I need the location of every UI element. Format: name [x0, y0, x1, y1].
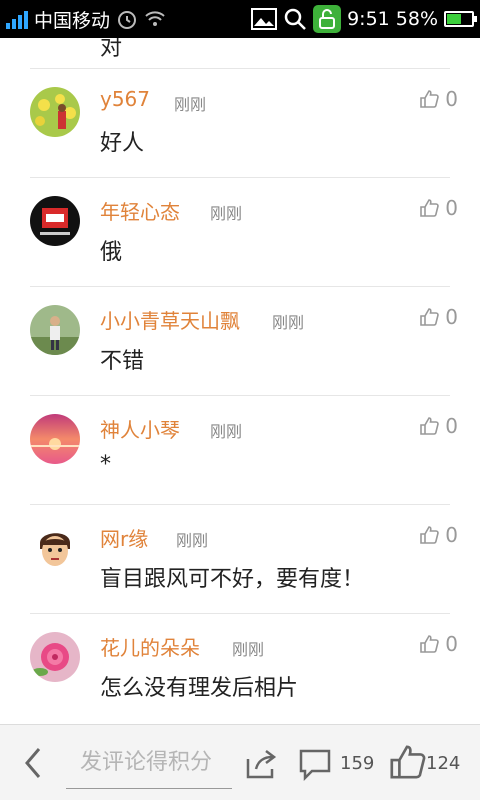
comment-text: 怎么没有理发后相片 [100, 676, 299, 701]
thumbs-up-icon [420, 308, 440, 326]
status-bar: 中国移动 9:51 58% [0, 0, 480, 38]
wifi-icon [144, 9, 166, 29]
carrier-name: 中国移动 [34, 9, 111, 32]
avatar[interactable] [30, 414, 80, 464]
unlock-icon [313, 5, 342, 33]
comment-item: 网r缘 刚刚 0 盲目跟风可不好，要有度！ [0, 505, 480, 613]
avatar[interactable] [30, 87, 80, 137]
like-button[interactable]: 0 [419, 196, 458, 220]
comment-text: 好人 [100, 131, 145, 156]
battery-icon [444, 11, 477, 27]
signal-icon [6, 9, 28, 29]
thumbs-up-icon [420, 635, 440, 653]
like-total: 124 [426, 753, 461, 774]
chevron-left-icon [25, 748, 41, 778]
avatar[interactable] [30, 523, 80, 573]
comment-time: 刚刚 [210, 204, 243, 223]
comment-time: 刚刚 [232, 640, 265, 659]
partial-comment-text: 对 [100, 38, 123, 61]
comment-item: 神人小琴 刚刚 0 * [0, 396, 480, 504]
comment-time: 刚刚 [272, 313, 305, 332]
thumbs-up-icon [390, 745, 426, 779]
comment-item: 年轻心态 刚刚 0 俄 [0, 178, 480, 286]
comment-time: 刚刚 [174, 95, 207, 114]
like-count: 0 [445, 523, 458, 547]
comments-button[interactable] [298, 747, 332, 782]
like-button[interactable]: 0 [419, 305, 458, 329]
avatar[interactable] [30, 632, 80, 682]
like-button[interactable]: 0 [419, 523, 458, 547]
like-count: 0 [445, 196, 458, 220]
alarm-icon [116, 8, 138, 30]
comment-item: 小小青草天山飘 刚刚 0 不错 [0, 287, 480, 395]
thumbs-up-icon [420, 90, 440, 108]
comment-username[interactable]: 神人小琴 [100, 414, 180, 443]
comment-username[interactable]: 小小青草天山飘 [100, 305, 240, 334]
thumbs-up-icon [420, 417, 440, 435]
comment-username[interactable]: 花儿的朵朵 [100, 632, 200, 661]
comment-username[interactable]: y567 [100, 87, 150, 111]
comment-input[interactable]: 发评论得积分 [66, 737, 232, 789]
comment-item: 花儿的朵朵 刚刚 0 怎么没有理发后相片 [0, 614, 480, 722]
avatar[interactable] [30, 305, 80, 355]
share-icon [246, 750, 277, 779]
like-count: 0 [445, 632, 458, 656]
comment-item: y567 刚刚 0 好人 [0, 69, 480, 177]
avatar[interactable] [30, 196, 80, 246]
comment-list[interactable]: 对 y567 刚刚 0 好人 年轻心态 刚刚 0 俄 小小青草天山飘 刚刚 0 … [0, 38, 480, 724]
image-icon [251, 8, 278, 30]
comment-username[interactable]: 年轻心态 [100, 196, 180, 225]
comment-bubble-icon [299, 749, 331, 782]
comment-time: 刚刚 [176, 531, 209, 550]
search-icon [283, 7, 307, 31]
like-button[interactable]: 0 [419, 414, 458, 438]
comment-time: 刚刚 [210, 422, 243, 441]
like-count: 0 [445, 305, 458, 329]
battery-percent: 58% [395, 8, 438, 30]
comment-count: 159 [340, 753, 375, 774]
like-count: 0 [445, 414, 458, 438]
bottom-toolbar: 发评论得积分 159 124 [0, 724, 480, 800]
comment-text: 盲目跟风可不好，要有度！ [100, 567, 365, 592]
like-article-button[interactable] [388, 743, 426, 781]
comment-text: 俄 [100, 240, 123, 265]
thumbs-up-icon [420, 199, 440, 217]
comment-text: 不错 [100, 349, 145, 374]
like-button[interactable]: 0 [419, 87, 458, 111]
comment-text: * [100, 452, 111, 477]
clock-time: 9:51 [347, 8, 390, 30]
thumbs-up-icon [420, 526, 440, 544]
like-button[interactable]: 0 [419, 632, 458, 656]
share-button[interactable] [244, 747, 278, 781]
comment-username[interactable]: 网r缘 [100, 523, 148, 552]
like-count: 0 [445, 87, 458, 111]
back-button[interactable] [18, 745, 48, 781]
